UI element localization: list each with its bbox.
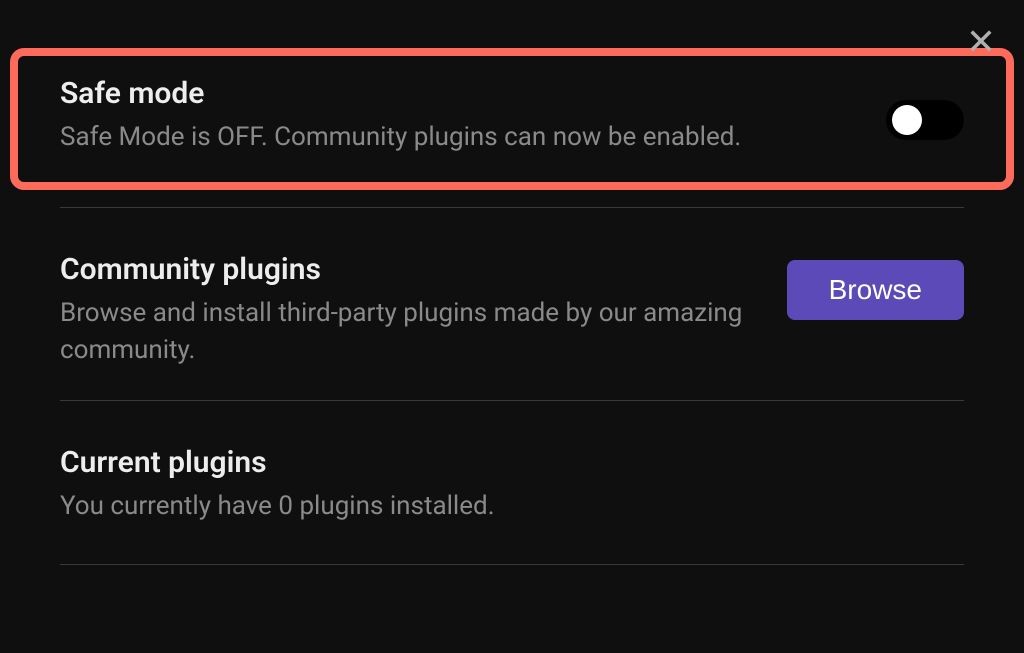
settings-content: Safe mode Safe Mode is OFF. Community pl… <box>0 0 1024 565</box>
current-plugins-row: Current plugins You currently have 0 plu… <box>60 401 964 565</box>
community-plugins-description: Browse and install third-party plugins m… <box>60 295 747 370</box>
current-plugins-text: Current plugins You currently have 0 plu… <box>60 445 964 526</box>
toggle-knob <box>892 105 922 135</box>
community-plugins-row: Community plugins Browse and install thi… <box>60 208 964 401</box>
safe-mode-text: Safe mode Safe Mode is OFF. Community pl… <box>60 76 886 157</box>
community-plugins-title: Community plugins <box>60 252 747 287</box>
safe-mode-description: Safe Mode is OFF. Community plugins can … <box>60 119 846 157</box>
community-plugins-text: Community plugins Browse and install thi… <box>60 252 787 370</box>
current-plugins-description: You currently have 0 plugins installed. <box>60 488 924 526</box>
current-plugins-title: Current plugins <box>60 445 924 480</box>
safe-mode-title: Safe mode <box>60 76 846 111</box>
close-icon[interactable]: ✕ <box>966 24 996 60</box>
safe-mode-control <box>886 76 964 140</box>
close-glyph: ✕ <box>966 21 996 63</box>
community-plugins-control: Browse <box>787 252 964 320</box>
safe-mode-toggle[interactable] <box>886 100 964 140</box>
browse-button[interactable]: Browse <box>787 260 964 320</box>
safe-mode-row: Safe mode Safe Mode is OFF. Community pl… <box>60 76 964 208</box>
